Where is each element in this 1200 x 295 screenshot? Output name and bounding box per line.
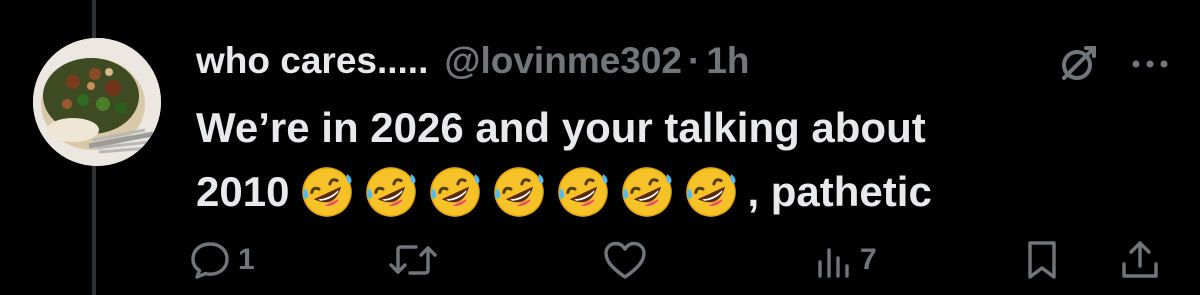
views-icon bbox=[814, 238, 854, 282]
rolling-laughing-emoji bbox=[619, 164, 675, 220]
reply-count: 1 bbox=[238, 243, 255, 276]
rolling-laughing-emoji bbox=[683, 164, 739, 220]
tweet-text-ending: , pathetic bbox=[747, 168, 932, 215]
rolling-laughing-emoji bbox=[363, 164, 419, 220]
user-handle[interactable]: @lovinme302 bbox=[444, 40, 682, 82]
timestamp[interactable]: 1h bbox=[706, 40, 749, 82]
rolling-laughing-emoji bbox=[555, 164, 611, 220]
tweet-text-year: 2010 bbox=[196, 168, 290, 215]
reply-icon bbox=[188, 238, 232, 282]
tweet-actions: 1 7 bbox=[0, 232, 1200, 288]
display-name[interactable]: who cares..... bbox=[196, 40, 428, 82]
share-icon bbox=[1118, 238, 1162, 282]
tweet-text-line-2: 2010 , pathetic bbox=[196, 160, 1176, 224]
like-button[interactable] bbox=[602, 232, 648, 288]
tweet-header: who cares..... @lovinme302 · 1h bbox=[196, 36, 750, 86]
retweet-button[interactable] bbox=[388, 232, 438, 288]
rolling-laughing-emoji bbox=[299, 164, 355, 220]
bookmark-button[interactable] bbox=[1022, 232, 1062, 288]
tweet-text-line-1: We’re in 2026 and your talking about bbox=[196, 104, 926, 151]
views-button[interactable]: 7 bbox=[814, 232, 877, 288]
rolling-laughing-emoji bbox=[427, 164, 483, 220]
reply-button[interactable]: 1 bbox=[188, 232, 255, 288]
heart-icon bbox=[602, 238, 648, 282]
retweet-icon bbox=[388, 238, 438, 282]
more-icon[interactable] bbox=[1128, 54, 1172, 74]
avatar[interactable] bbox=[33, 38, 161, 166]
grok-icon[interactable] bbox=[1058, 44, 1098, 84]
views-count: 7 bbox=[860, 243, 877, 276]
tweet-text: We’re in 2026 and your talking about 201… bbox=[196, 96, 1176, 224]
bookmark-icon bbox=[1022, 238, 1062, 282]
rolling-laughing-emoji bbox=[491, 164, 547, 220]
share-button[interactable] bbox=[1118, 232, 1162, 288]
emoji-group bbox=[299, 164, 747, 220]
separator-dot: · bbox=[688, 40, 701, 81]
